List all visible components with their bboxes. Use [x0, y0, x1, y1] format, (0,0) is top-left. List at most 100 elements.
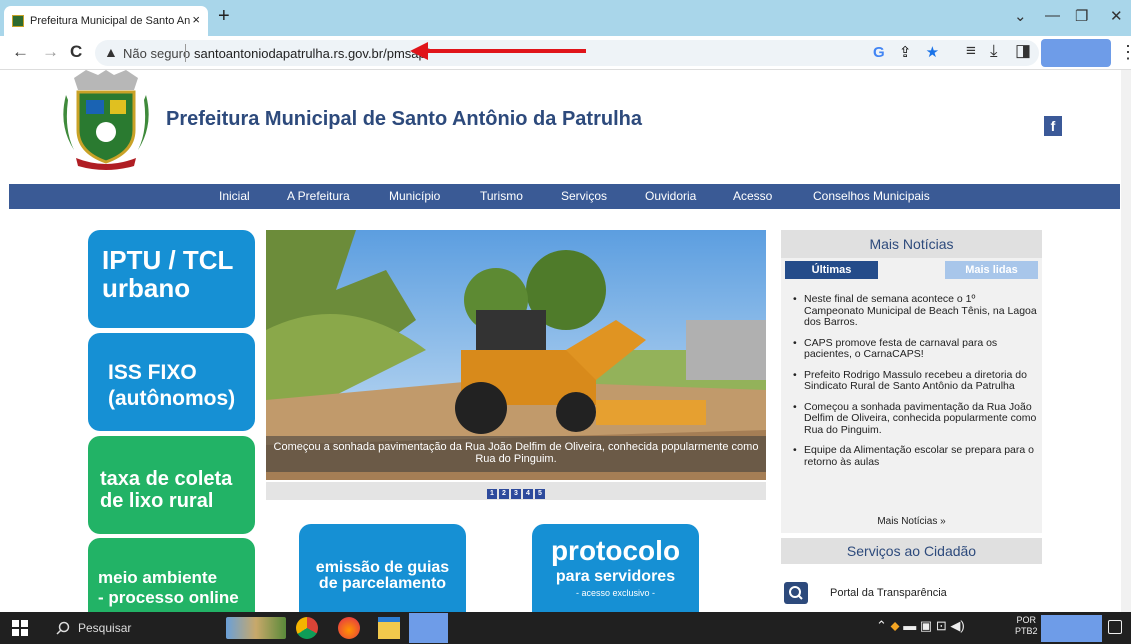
- volume-icon[interactable]: ◀): [950, 618, 964, 633]
- tile-line: de parcelamento: [318, 575, 447, 592]
- tab-close-icon[interactable]: ×: [192, 12, 200, 27]
- tile-line: para servidores: [555, 568, 676, 585]
- main-nav: Inicial A Prefeitura Município Turismo S…: [9, 184, 1120, 209]
- search-icon[interactable]: [784, 582, 808, 604]
- slide-caption[interactable]: Começou a sonhada pavimentação da Rua Jo…: [266, 436, 766, 472]
- tile-line: de lixo rural: [100, 490, 214, 512]
- reading-list-icon[interactable]: ≡: [966, 41, 976, 61]
- tab-strip: Prefeitura Municipal de Santo An × + ⌄ —…: [0, 0, 1131, 36]
- taskbar-search[interactable]: Pesquisar: [48, 615, 228, 641]
- site-title[interactable]: Prefeitura Municipal de Santo Antônio da…: [166, 108, 642, 131]
- emissao-guias-button[interactable]: emissão de guias de parcelamento: [299, 524, 466, 612]
- news-item[interactable]: Neste final de semana acontece o 1º Camp…: [793, 293, 1038, 329]
- system-tray: ⌃ ⬥ ▬ ▣ ⊡ ◀): [876, 618, 965, 634]
- tab-ultimas[interactable]: Últimas: [785, 261, 878, 279]
- nav-inicial[interactable]: Inicial: [219, 189, 250, 203]
- nav-servicos[interactable]: Serviços: [561, 189, 607, 203]
- security-label[interactable]: Não seguro: [123, 46, 190, 61]
- news-heading: Mais Notícias: [781, 230, 1042, 258]
- more-news-link[interactable]: Mais Notícias »: [781, 516, 1042, 527]
- nav-ouvidoria[interactable]: Ouvidoria: [645, 189, 696, 203]
- municipal-crest-logo: [63, 70, 149, 170]
- network-icon[interactable]: ⊡: [936, 618, 947, 633]
- nav-municipio[interactable]: Município: [389, 189, 440, 203]
- notification-icon[interactable]: [1108, 620, 1122, 634]
- new-tab-button[interactable]: +: [218, 5, 230, 28]
- close-window-icon[interactable]: ✕: [1110, 7, 1123, 25]
- tab-mais-lidas[interactable]: Mais lidas: [945, 261, 1038, 279]
- tile-line: meio ambiente: [98, 568, 218, 587]
- tile-line: protocolo: [550, 535, 681, 566]
- google-icon[interactable]: G: [873, 44, 885, 61]
- divider: [185, 44, 186, 62]
- app-tray-icon[interactable]: ⬥: [891, 618, 900, 633]
- lang-line: POR: [1016, 615, 1037, 625]
- news-slider[interactable]: Começou a sonhada pavimentação da Rua Jo…: [266, 230, 766, 480]
- url-text[interactable]: santoantoniodapatrulha.rs.gov.br/pmsap/: [194, 46, 429, 61]
- battery-icon[interactable]: ▬: [903, 618, 916, 633]
- tile-line: taxa de coleta: [100, 468, 233, 490]
- red-arrow-annotation: [410, 42, 586, 60]
- reload-icon[interactable]: C: [70, 42, 82, 62]
- browser-tab[interactable]: Prefeitura Municipal de Santo An ×: [4, 6, 208, 36]
- iptu-tcl-button[interactable]: IPTU / TCL urbano: [88, 230, 255, 328]
- chrome-icon[interactable]: [296, 617, 318, 639]
- tile-line: IPTU / TCL: [102, 245, 234, 275]
- tile-line: - processo online: [98, 588, 239, 607]
- news-list: Neste final de semana acontece o 1º Camp…: [793, 293, 1038, 477]
- news-item[interactable]: CAPS promove festa de carnaval para os p…: [793, 337, 1038, 361]
- facebook-icon[interactable]: f: [1044, 116, 1062, 136]
- profile-button[interactable]: [1041, 39, 1111, 67]
- nav-a-prefeitura[interactable]: A Prefeitura: [287, 189, 350, 203]
- search-highlight-icon[interactable]: [226, 617, 286, 639]
- meio-ambiente-button[interactable]: meio ambiente - processo online: [88, 538, 255, 612]
- tile-line: (autônomos): [108, 387, 236, 410]
- page-scrollbar[interactable]: [1121, 70, 1131, 612]
- back-icon[interactable]: ←: [12, 42, 29, 62]
- share-icon[interactable]: ⇪: [899, 44, 912, 61]
- forward-icon[interactable]: →: [42, 42, 59, 62]
- nav-turismo[interactable]: Turismo: [480, 189, 523, 203]
- clock-button[interactable]: [1041, 615, 1102, 642]
- tab-title: Prefeitura Municipal de Santo An: [30, 15, 190, 27]
- iss-fixo-button[interactable]: ISS FIXO (autônomos): [88, 333, 255, 431]
- tab-search-icon[interactable]: ⌄: [1014, 7, 1027, 25]
- side-panel-icon[interactable]: ◨: [1015, 41, 1031, 61]
- news-panel: Mais Notícias Últimas Mais lidas Neste f…: [781, 230, 1042, 533]
- bookmark-star-icon[interactable]: ★: [926, 44, 939, 61]
- taskbar-app-button[interactable]: [409, 613, 448, 643]
- restore-icon[interactable]: ❐: [1075, 7, 1088, 25]
- firefox-icon[interactable]: [338, 617, 360, 639]
- search-icon: [56, 621, 70, 635]
- tile-line: urbano: [102, 273, 191, 303]
- tile-line: - acesso exclusivo -: [575, 588, 656, 598]
- web-page: Prefeitura Municipal de Santo Antônio da…: [0, 70, 1131, 612]
- nav-acesso[interactable]: Acesso: [733, 189, 772, 203]
- language-indicator[interactable]: POR PTB2: [1015, 615, 1038, 637]
- news-item[interactable]: Equipe da Alimentação escolar se prepara…: [793, 444, 1038, 468]
- protocolo-servidores-button[interactable]: protocolo para servidores - acesso exclu…: [532, 524, 699, 612]
- file-explorer-icon[interactable]: [378, 617, 400, 639]
- windows-start-icon[interactable]: [12, 620, 28, 636]
- site-favicon-icon: [12, 15, 24, 27]
- slider-pager: 12345: [266, 482, 766, 500]
- warning-icon[interactable]: ▲: [104, 44, 118, 60]
- nav-conselhos[interactable]: Conselhos Municipais: [813, 189, 930, 203]
- news-item[interactable]: Prefeito Rodrigo Massulo recebeu a diret…: [793, 369, 1038, 393]
- slide-page-2[interactable]: 2: [499, 489, 509, 499]
- slide-page-5[interactable]: 5: [535, 489, 545, 499]
- monitor-icon[interactable]: ▣: [920, 618, 932, 633]
- services-heading: Serviços ao Cidadão: [781, 538, 1042, 564]
- news-item[interactable]: Começou a sonhada pavimentação da Rua Jo…: [793, 401, 1038, 437]
- slide-page-3[interactable]: 3: [511, 489, 521, 499]
- taxa-coleta-lixo-button[interactable]: taxa de coleta de lixo rural: [88, 436, 255, 534]
- chevron-up-icon[interactable]: ⌃: [876, 618, 887, 633]
- minimize-icon[interactable]: —: [1045, 7, 1060, 24]
- lang-line: PTB2: [1015, 626, 1038, 636]
- slide-page-1[interactable]: 1: [487, 489, 497, 499]
- slide-page-4[interactable]: 4: [523, 489, 533, 499]
- menu-icon[interactable]: ⋮: [1119, 42, 1131, 63]
- download-icon[interactable]: ⤓: [990, 41, 998, 61]
- portal-transparencia-link[interactable]: Portal da Transparência: [830, 587, 947, 599]
- taskbar-search-label: Pesquisar: [78, 621, 132, 635]
